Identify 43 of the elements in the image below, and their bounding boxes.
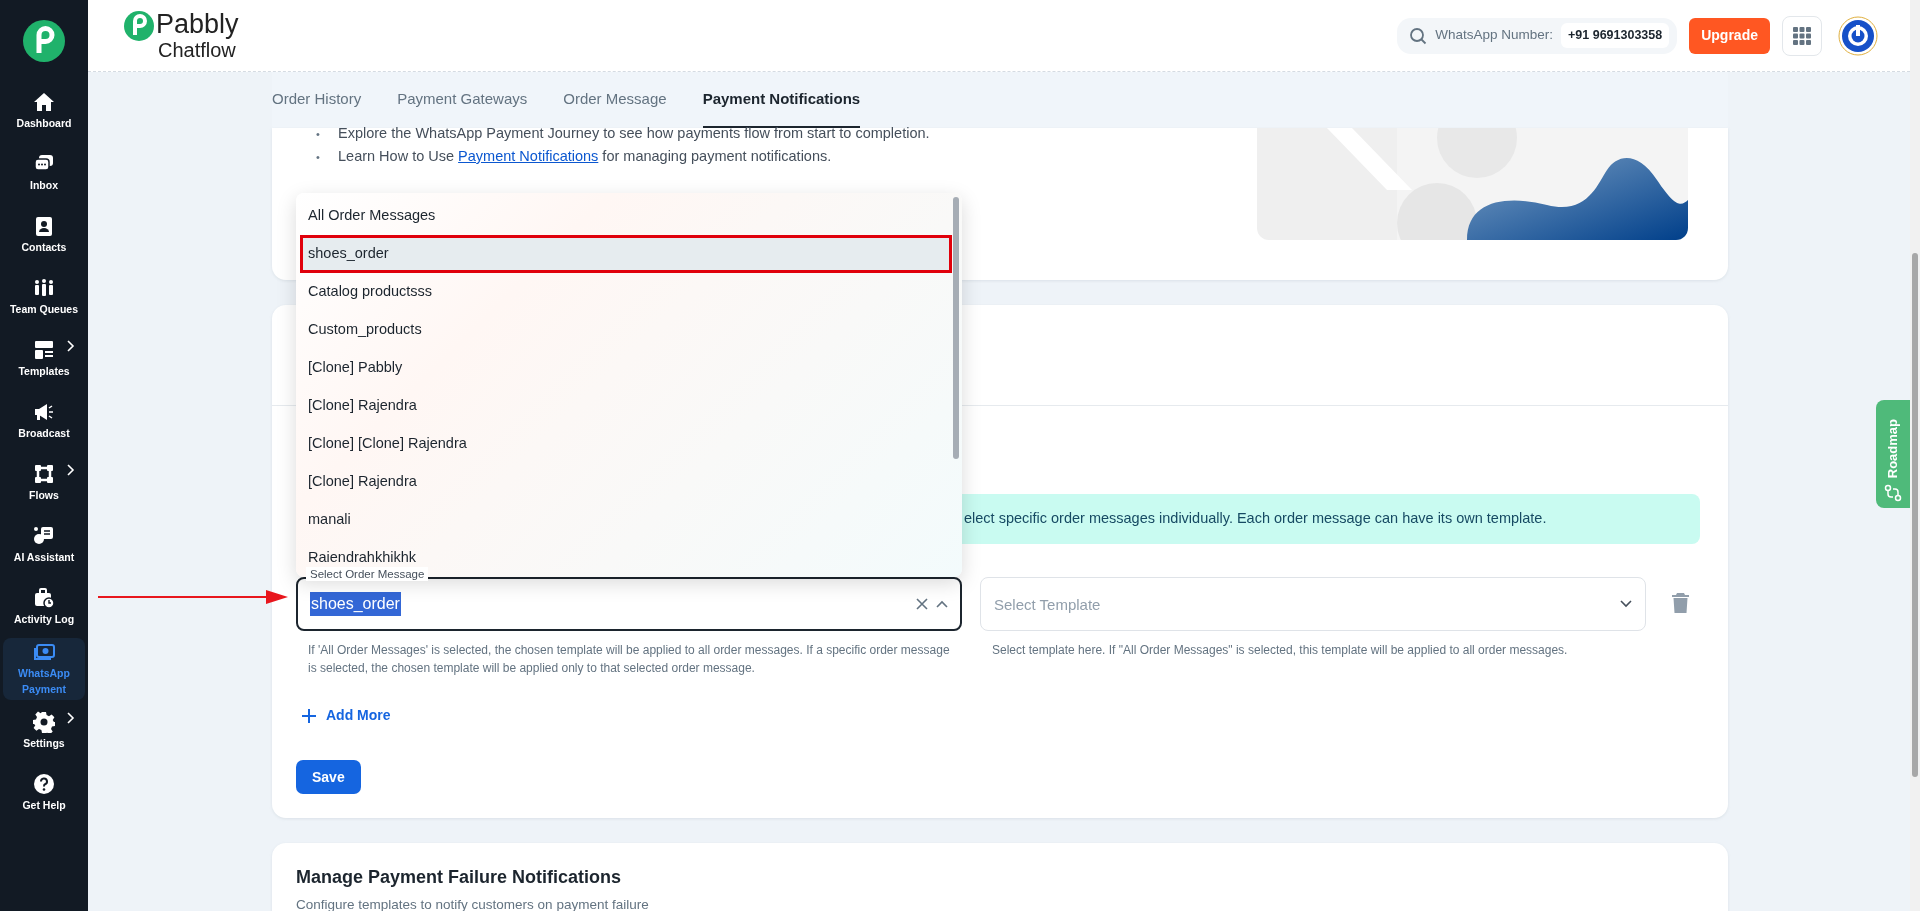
section-title: Manage Payment Failure Notifications	[296, 867, 623, 889]
dropdown-option[interactable]: Catalog productsss	[300, 273, 952, 311]
sidebar-item[interactable]: Get Help	[3, 762, 85, 824]
section-subtitle: Configure templates to notify customers on payment failure	[296, 895, 650, 911]
tab[interactable]: Order Message	[563, 72, 667, 128]
sidebar-item[interactable]: Activity Log	[3, 576, 85, 638]
sidebar-item[interactable]: Settings	[3, 700, 85, 762]
sidebar-item[interactable]: Templates	[3, 328, 85, 390]
sidebar-item[interactable]: Contacts	[3, 204, 85, 266]
field-label: Select Order Message	[306, 567, 429, 581]
save-button[interactable]: Save	[296, 760, 361, 794]
phone-number: +91 9691303358	[1561, 23, 1670, 48]
dropdown-option[interactable]: shoes_order	[300, 235, 952, 273]
sidebar-item[interactable]: Broadcast	[3, 390, 85, 452]
help-text: If 'All Order Messages' is selected, the chosen template will be applied to all order messages. If a specific order message is selected, the chosen template will be applied only to that selected order message.	[308, 642, 950, 677]
whatsapp-number-field[interactable]: WhatsApp Number: +91 9691303358	[1397, 17, 1678, 54]
dropdown-option[interactable]: All Order Messages	[300, 197, 952, 235]
tab[interactable]: Order History	[272, 72, 362, 128]
dropdown-option[interactable]: [Clone] Pabbly	[300, 349, 952, 387]
sidebar-item[interactable]: Flows	[3, 452, 85, 514]
template-select[interactable]: Select Template	[980, 577, 1646, 631]
tab[interactable]: Payment Gateways	[397, 72, 528, 128]
add-more-button[interactable]: Add More	[302, 705, 391, 726]
dropdown-option[interactable]: [Clone] Rajendra	[300, 387, 952, 425]
sidebar-item[interactable]: Dashboard	[3, 80, 85, 142]
sidebar-item[interactable]: AI Assistant	[3, 514, 85, 576]
alert-text: elect specific order messages individually. Each order message can have its own template.	[964, 509, 1547, 529]
sidebar-item[interactable]: WhatsApp Payment	[3, 638, 85, 700]
selected-value: shoes_order	[310, 592, 401, 616]
sidebar-item[interactable]: Team Queues	[3, 266, 85, 328]
dropdown-option[interactable]: manali	[300, 501, 952, 539]
dropdown-option[interactable]: [Clone] [Clone] Rajendra	[300, 425, 952, 463]
bullet-text: Learn How to Use Payment Notifications for managing payment notifications.	[338, 148, 832, 164]
link[interactable]: Payment Notifications	[458, 148, 599, 164]
dropdown-option[interactable]: Custom_products	[300, 311, 952, 349]
sidebar-item[interactable]: Inbox	[3, 142, 85, 204]
bullet-mark: •	[316, 127, 321, 142]
help-text: Select template here. If "All Order Messages" is selected, this template will be applied to all order messages.	[992, 642, 1569, 659]
bullet-text: Explore the WhatsApp Payment Journey to see how payments flow from start to completion.	[338, 125, 930, 141]
logo-name: Pabbly	[156, 11, 239, 38]
logo-product: Chatflow	[158, 40, 237, 60]
dropdown-option[interactable]: [Clone] Rajendra	[300, 463, 952, 501]
bullet-mark: •	[316, 150, 321, 165]
